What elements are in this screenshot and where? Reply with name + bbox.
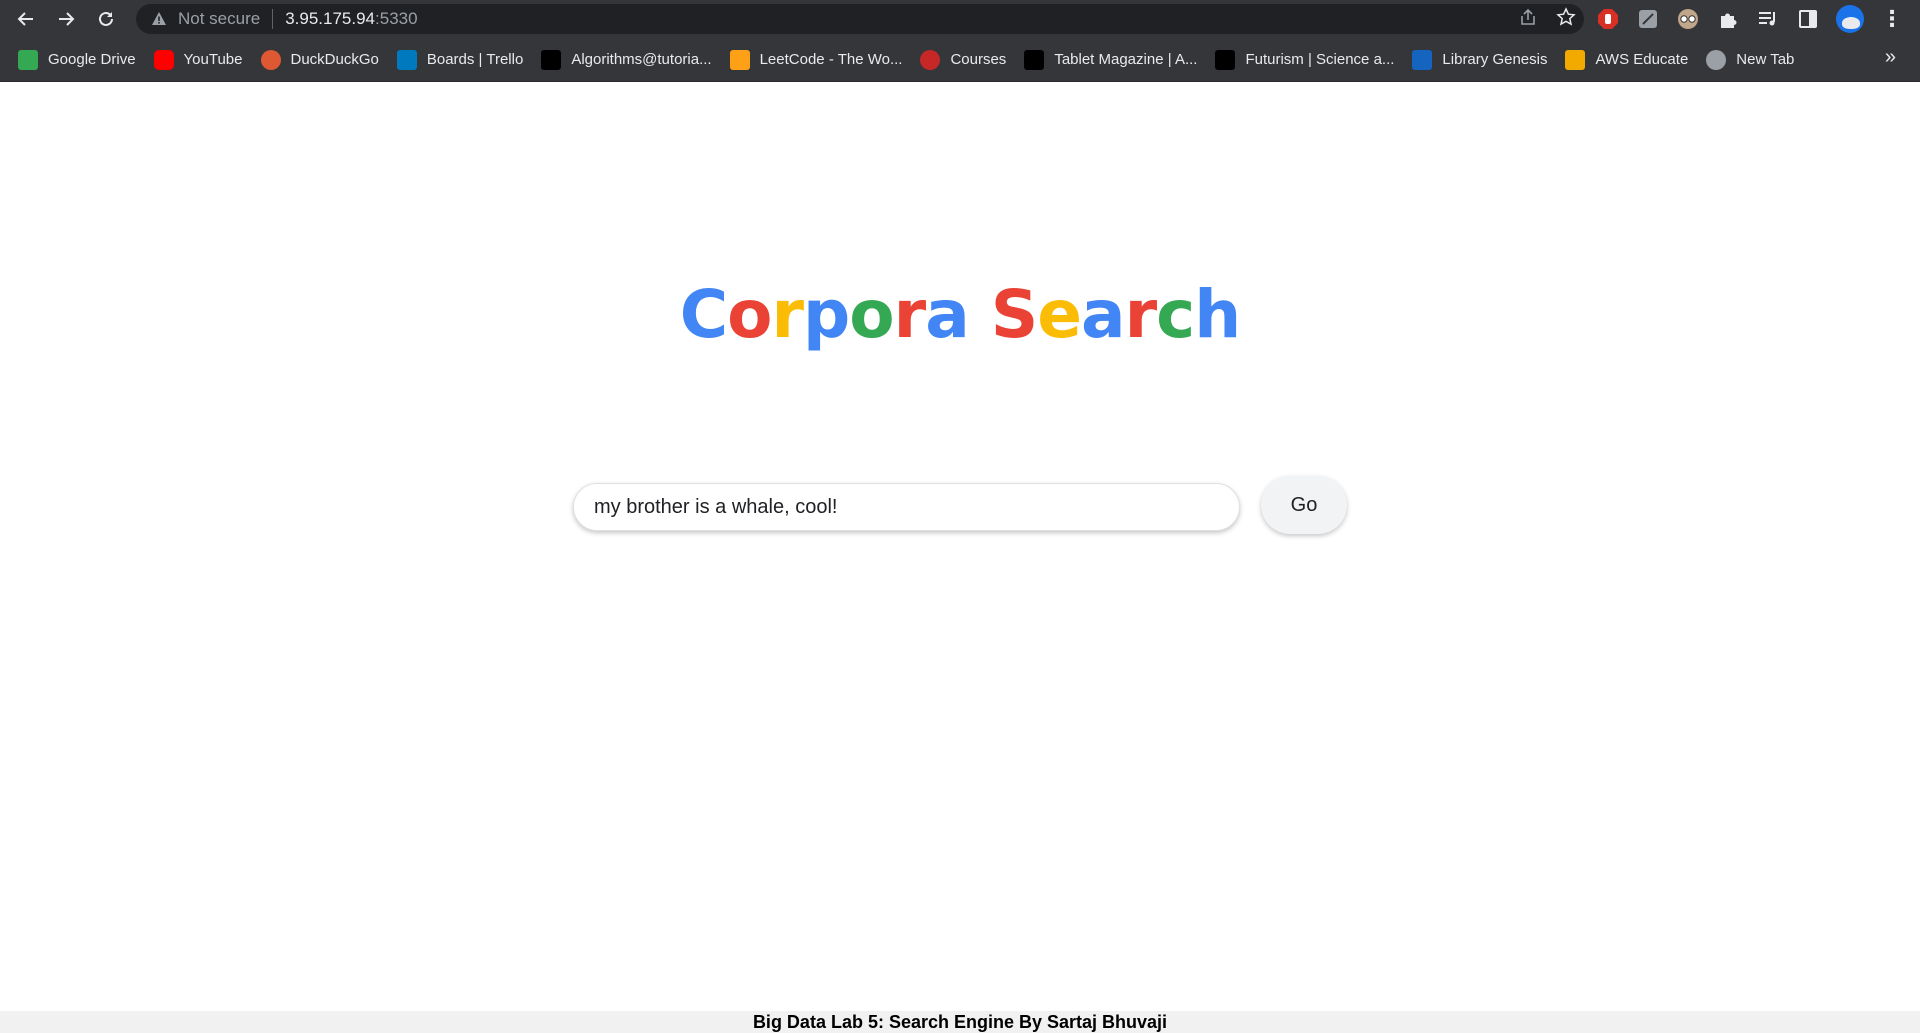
- futurism-icon: [1215, 49, 1236, 70]
- address-bar[interactable]: Not secure 3.95.175.94:5330: [136, 4, 1584, 34]
- duckduckgo-icon: [260, 49, 281, 70]
- forward-button[interactable]: [46, 0, 86, 38]
- bookmark-tutorialhorizon[interactable]: Algorithms@tutoria...: [541, 45, 721, 75]
- footer-credit: Big Data Lab 5: Search Engine By Sartaj …: [0, 1011, 1920, 1033]
- bookmark-label: Futurism | Science a...: [1245, 51, 1395, 68]
- tutorialhorizon-icon: [541, 49, 562, 70]
- bookmark-label: Courses: [950, 51, 1007, 68]
- bookmark-trello[interactable]: Boards | Trello: [396, 45, 533, 75]
- bookmark-label: Library Genesis: [1442, 51, 1548, 68]
- extensions-area: ⋮: [1596, 0, 1903, 38]
- bookmark-label: Tablet Magazine | A...: [1054, 51, 1198, 68]
- reload-icon: [99, 11, 113, 26]
- logo-letter: p: [803, 276, 850, 353]
- bookmark-library-genesis[interactable]: Library Genesis: [1412, 45, 1557, 75]
- share-icon[interactable]: [1518, 7, 1538, 32]
- logo-letter: h: [1194, 276, 1241, 353]
- bookmark-aws-educate[interactable]: AWS Educate: [1565, 45, 1698, 75]
- bookmark-label: Google Drive: [48, 51, 136, 68]
- security-label[interactable]: Not secure: [178, 9, 260, 29]
- bookmark-youtube[interactable]: YouTube: [153, 45, 253, 75]
- logo-letter: o: [849, 276, 894, 353]
- tablet-magazine-icon: [1024, 49, 1045, 70]
- logo-letter: o: [727, 276, 772, 353]
- bookmark-leetcode[interactable]: LeetCode - The Wo...: [729, 45, 913, 75]
- youtube-icon: [153, 49, 174, 70]
- url-port[interactable]: :5330: [375, 9, 418, 29]
- address-divider: [272, 9, 274, 29]
- bookmark-tablet-magazine[interactable]: Tablet Magazine | A...: [1024, 45, 1207, 75]
- library-genesis-icon: [1412, 49, 1433, 70]
- logo-letter: S: [990, 276, 1039, 353]
- profile-avatar[interactable]: [1836, 5, 1864, 33]
- bookmark-google-drive[interactable]: Google Drive: [18, 45, 146, 75]
- go-button[interactable]: Go: [1261, 476, 1347, 534]
- arrow-right-icon: [59, 12, 75, 26]
- browser-toolbar: Not secure 3.95.175.94:5330 ⋮: [0, 0, 1920, 38]
- logo-letter: r: [893, 276, 927, 353]
- side-panel-icon[interactable]: [1796, 8, 1819, 31]
- logo-letter: a: [1081, 276, 1126, 353]
- reload-button[interactable]: [86, 0, 126, 38]
- logo-letter: [969, 276, 991, 353]
- bookmark-label: New Tab: [1736, 51, 1795, 68]
- bookmark-futurism[interactable]: Futurism | Science a...: [1215, 45, 1404, 75]
- bookmark-label: Boards | Trello: [426, 51, 524, 68]
- url-host[interactable]: 3.95.175.94: [285, 9, 375, 29]
- glasses-extension-icon[interactable]: [1676, 8, 1699, 31]
- more-bookmarks-chevron-icon[interactable]: »: [1885, 46, 1896, 69]
- media-control-icon[interactable]: [1756, 8, 1779, 31]
- corpora-search-logo: Corpora Search: [0, 276, 1920, 353]
- search-input[interactable]: [573, 483, 1240, 531]
- adblock-extension-icon[interactable]: [1596, 8, 1619, 31]
- google-drive-icon: [18, 49, 38, 70]
- arrow-left-icon: [17, 12, 33, 26]
- leetcode-icon: [729, 49, 750, 70]
- bookmark-label: Algorithms@tutoria...: [571, 51, 712, 68]
- courses-icon: [920, 49, 941, 70]
- search-form: Go: [573, 474, 1349, 534]
- bookmark-duckduckgo[interactable]: DuckDuckGo: [260, 45, 389, 75]
- bookmarks-bar: Google Drive YouTube DuckDuckGo Boards | Tr…: [0, 38, 1920, 82]
- bookmark-label: LeetCode - The Wo...: [759, 51, 903, 68]
- logo-letter: C: [679, 276, 728, 353]
- logo-letter: a: [925, 276, 970, 353]
- warning-icon[interactable]: [150, 10, 168, 28]
- logo-letter: r: [771, 276, 804, 353]
- logo-letter: c: [1156, 276, 1195, 353]
- trello-icon: [396, 49, 417, 70]
- bookmark-label: AWS Educate: [1595, 51, 1689, 68]
- notes-extension-icon[interactable]: [1636, 8, 1659, 31]
- logo-letter: r: [1124, 276, 1158, 353]
- bookmark-courses[interactable]: Courses: [920, 45, 1016, 75]
- aws-educate-icon: [1565, 49, 1586, 70]
- bookmark-globe[interactable]: New Tab: [1706, 45, 1804, 75]
- bookmark-label: DuckDuckGo: [290, 51, 379, 68]
- puzzle-icon[interactable]: [1716, 8, 1739, 31]
- omnibox-actions: [1518, 4, 1576, 34]
- menu-kebab-icon[interactable]: ⋮: [1881, 8, 1903, 30]
- bookmark-label: YouTube: [183, 51, 243, 68]
- logo-letter: e: [1037, 276, 1082, 353]
- star-icon[interactable]: [1556, 6, 1576, 32]
- back-button[interactable]: [6, 0, 46, 38]
- globe-icon: [1706, 49, 1727, 70]
